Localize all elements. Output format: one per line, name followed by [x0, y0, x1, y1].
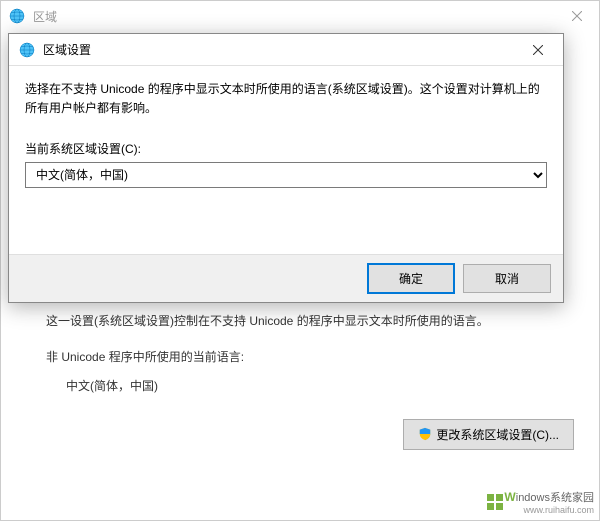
parent-titlebar: 区域	[1, 1, 599, 31]
ok-button[interactable]: 确定	[367, 263, 455, 294]
modal-close-button[interactable]	[523, 35, 553, 65]
modal-description: 选择在不支持 Unicode 的程序中显示文本时所使用的语言(系统区域设置)。这…	[25, 80, 547, 118]
watermark: Windows系统家园 www.ruihaifu.com	[486, 489, 594, 515]
change-button-label: 更改系统区域设置(C)...	[436, 426, 559, 443]
parent-description: 这一设置(系统区域设置)控制在不支持 Unicode 的程序中显示文本时所使用的…	[46, 311, 574, 333]
windows-logo-icon	[486, 493, 504, 511]
close-icon	[533, 45, 543, 55]
cancel-button[interactable]: 取消	[463, 264, 551, 293]
modal-footer: 确定 取消	[9, 254, 563, 302]
locale-select[interactable]: 中文(简体，中国)	[25, 162, 547, 188]
watermark-url: www.ruihaifu.com	[504, 505, 594, 515]
globe-icon	[19, 42, 35, 58]
parent-close-button[interactable]	[554, 1, 599, 31]
watermark-text: Windows系统家园	[504, 490, 594, 504]
current-locale-value: 中文(简体，中国)	[66, 377, 574, 394]
globe-icon	[9, 8, 25, 24]
locale-select-label: 当前系统区域设置(C):	[25, 140, 547, 157]
modal-titlebar: 区域设置	[9, 34, 563, 66]
modal-title: 区域设置	[43, 41, 91, 58]
parent-content: 这一设置(系统区域设置)控制在不支持 Unicode 的程序中显示文本时所使用的…	[1, 301, 599, 460]
modal-body: 选择在不支持 Unicode 的程序中显示文本时所使用的语言(系统区域设置)。这…	[9, 66, 563, 202]
parent-window-title: 区域	[33, 8, 57, 25]
current-language-label: 非 Unicode 程序中所使用的当前语言:	[46, 348, 574, 365]
shield-icon	[418, 427, 432, 441]
close-icon	[572, 11, 582, 21]
change-locale-button[interactable]: 更改系统区域设置(C)...	[403, 419, 574, 450]
region-settings-dialog: 区域设置 选择在不支持 Unicode 的程序中显示文本时所使用的语言(系统区域…	[8, 33, 564, 303]
